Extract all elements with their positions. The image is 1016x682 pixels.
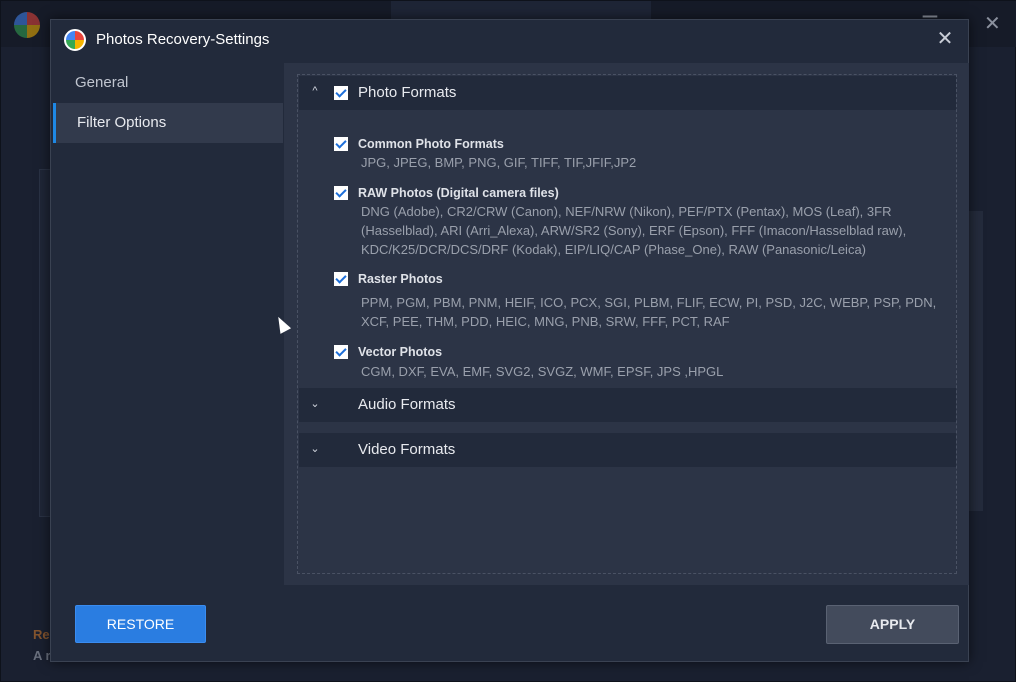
raster-photos-list: PPM, PGM, PBM, PNM, HEIF, ICO, PCX, SGI,… [361,295,937,329]
vector-photos-list: CGM, DXF, EVA, EMF, SVG2, SVGZ, WMF, EPS… [361,364,724,379]
restore-button[interactable]: RESTORE [75,605,206,643]
background-scrollbar [969,211,983,511]
vector-photos-title: Vector Photos [358,345,443,359]
photo-formats-header[interactable]: ^ Photo Formats [299,76,956,110]
app-logo-icon [14,12,40,38]
raw-photos-list: DNG (Adobe), CR2/CRW (Canon), NEF/NRW (N… [361,204,907,257]
dialog-titlebar: Photos Recovery-Settings ✕ [51,20,968,60]
window-close-icon[interactable]: ✕ [984,11,1001,36]
raster-photos-checkbox[interactable] [334,272,348,286]
sidebar-item-general[interactable]: General [53,63,283,103]
photo-formats-label: Photo Formats [358,84,457,101]
common-photo-formats-checkbox[interactable] [334,137,348,151]
close-icon[interactable]: ✕ [932,26,958,52]
raw-photos-title: RAW Photos (Digital camera files) [358,186,559,200]
audio-formats-label: Audio Formats [358,396,456,413]
chevron-down-icon[interactable]: ⌄ [309,397,321,410]
audio-formats-header[interactable]: ⌄ Audio Formats [299,388,956,422]
dialog-title: Photos Recovery-Settings [96,31,270,48]
common-photo-formats-title: Common Photo Formats [358,137,504,151]
raw-photos-checkbox[interactable] [334,186,348,200]
filter-options-list: ^ Photo Formats Common Photo Formats JPG… [297,74,957,574]
background-footer-text: Re [33,627,50,642]
common-photo-formats-list: JPG, JPEG, BMP, PNG, GIF, TIFF, TIF,JFIF… [361,155,637,170]
raster-photos-title: Raster Photos [358,272,443,286]
sidebar-item-filter-options[interactable]: Filter Options [53,103,283,143]
chevron-up-icon[interactable]: ^ [309,85,321,97]
apply-button[interactable]: APPLY [826,605,959,644]
vector-photos-checkbox[interactable] [334,345,348,359]
background-footer-subtext: A r [33,648,51,663]
filter-options-panel: ^ Photo Formats Common Photo Formats JPG… [284,63,969,585]
video-formats-label: Video Formats [358,441,456,458]
video-formats-header[interactable]: ⌄ Video Formats [299,433,956,467]
photo-formats-checkbox[interactable] [334,86,348,100]
chevron-down-icon[interactable]: ⌄ [309,442,321,455]
photos-recovery-logo-icon [64,29,86,51]
settings-sidebar: General Filter Options [53,63,283,143]
settings-dialog: Photos Recovery-Settings ✕ General Filte… [50,19,969,662]
